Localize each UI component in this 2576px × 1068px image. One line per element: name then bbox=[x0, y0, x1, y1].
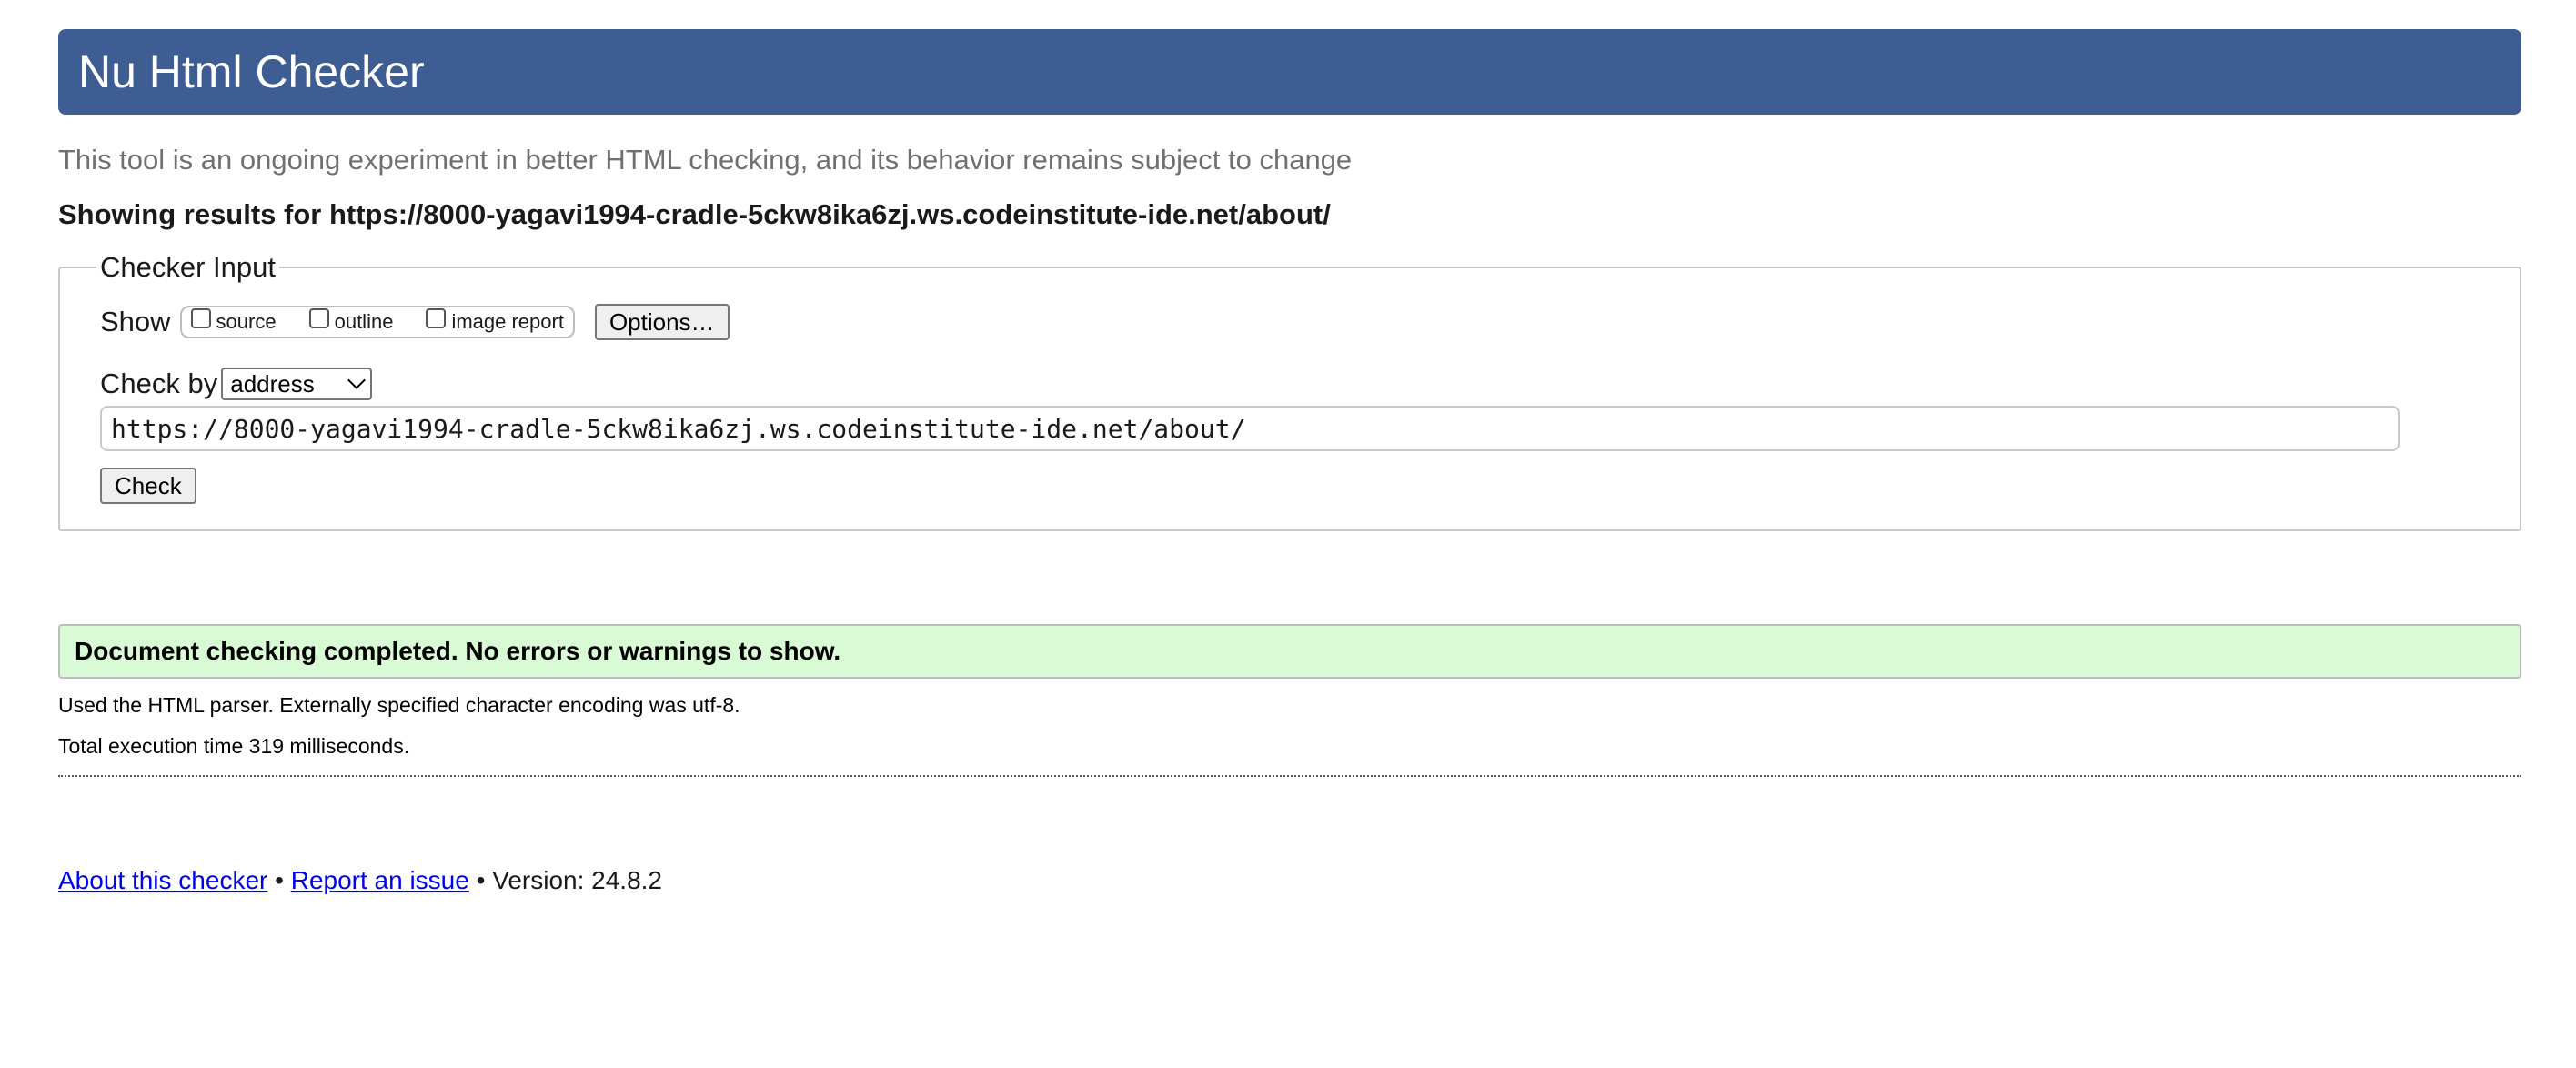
divider bbox=[58, 775, 2521, 777]
check-by-label: Check by bbox=[100, 368, 218, 399]
page-title: Nu Html Checker bbox=[78, 46, 425, 97]
url-input[interactable]: https://8000-yagavi1994-cradle-5ckw8ika6… bbox=[100, 406, 2400, 451]
outline-checkbox[interactable] bbox=[308, 308, 329, 328]
parser-info: Used the HTML parser. Externally specifi… bbox=[58, 693, 740, 717]
source-option[interactable]: source bbox=[190, 308, 277, 334]
image-report-option[interactable]: image report bbox=[426, 308, 564, 334]
version-text: • Version: 24.8.2 bbox=[468, 866, 662, 894]
execution-time: Total execution time 319 milliseconds. bbox=[58, 734, 410, 758]
footer: About this checker • Report an issue • V… bbox=[58, 866, 2521, 895]
report-issue-link[interactable]: Report an issue bbox=[291, 866, 469, 894]
check-by-row: Check by address bbox=[100, 368, 2480, 400]
check-by-select[interactable]: address bbox=[221, 368, 373, 400]
footer-separator: • bbox=[267, 866, 291, 894]
chevron-down-icon bbox=[347, 371, 367, 389]
tool-description: This tool is an ongoing experiment in be… bbox=[58, 144, 1353, 176]
image-report-checkbox[interactable] bbox=[426, 308, 447, 328]
check-button[interactable]: Check bbox=[100, 468, 196, 504]
source-option-label: source bbox=[216, 310, 277, 333]
outline-option[interactable]: outline bbox=[308, 308, 394, 334]
image-report-option-label: image report bbox=[451, 310, 564, 333]
status-message: Document checking completed. No errors o… bbox=[58, 624, 2521, 679]
results-heading: Showing results for https://8000-yagavi1… bbox=[58, 198, 1331, 230]
header-banner: Nu Html Checker bbox=[58, 29, 2521, 115]
about-checker-link[interactable]: About this checker bbox=[58, 866, 267, 894]
source-checkbox[interactable] bbox=[190, 308, 211, 328]
check-by-selected-value: address bbox=[230, 369, 315, 398]
outline-option-label: outline bbox=[334, 310, 394, 333]
options-button[interactable]: Options… bbox=[594, 304, 730, 340]
checker-input-fieldset: Checker Input Show source outline image … bbox=[58, 251, 2521, 531]
show-options-group: source outline image report bbox=[179, 306, 575, 338]
show-label: Show bbox=[100, 306, 171, 338]
page-content: Nu Html Checker This tool is an ongoing … bbox=[58, 29, 2521, 895]
checker-input-legend: Checker Input bbox=[100, 251, 276, 283]
show-options-row: Show source outline image report Options… bbox=[100, 304, 2480, 340]
